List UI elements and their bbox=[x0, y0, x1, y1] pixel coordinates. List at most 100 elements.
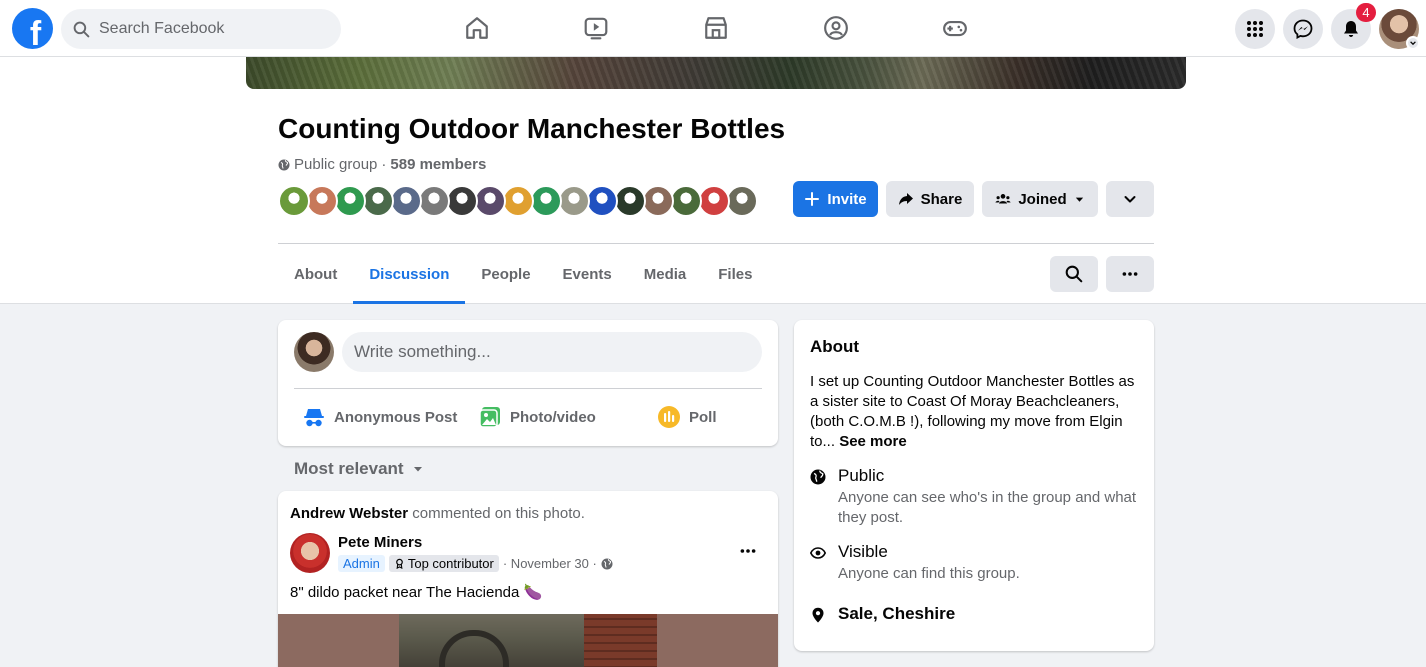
top-contributor-label: Top contributor bbox=[407, 556, 494, 571]
search-icon bbox=[1065, 265, 1083, 283]
poll-button[interactable]: Poll bbox=[657, 400, 717, 434]
member-avatar[interactable] bbox=[726, 185, 758, 217]
about-title: About bbox=[810, 337, 860, 356]
facebook-logo-letter: f bbox=[29, 15, 42, 49]
search-input[interactable] bbox=[99, 20, 319, 38]
member-avatar[interactable] bbox=[362, 185, 394, 217]
composer-divider bbox=[294, 388, 762, 389]
sort-dropdown[interactable]: Most relevant bbox=[294, 459, 424, 479]
photo-video-button[interactable]: Photo/video bbox=[478, 400, 596, 434]
poll-icon bbox=[658, 406, 680, 428]
see-more-link[interactable]: See more bbox=[839, 433, 907, 450]
member-avatar[interactable] bbox=[474, 185, 506, 217]
composer-avatar[interactable] bbox=[294, 332, 334, 372]
more-options-chevron-button[interactable] bbox=[1106, 181, 1154, 217]
more-dots-icon bbox=[1122, 272, 1138, 276]
globe-icon bbox=[278, 159, 290, 170]
member-avatar[interactable] bbox=[670, 185, 702, 217]
tab-media[interactable]: Media bbox=[628, 244, 703, 304]
groups-icon[interactable] bbox=[822, 14, 850, 42]
meta-separator: · bbox=[381, 156, 387, 173]
public-title: Public bbox=[838, 466, 885, 485]
post-options-button[interactable] bbox=[734, 537, 762, 565]
share-arrow-icon bbox=[898, 193, 913, 205]
member-avatar[interactable] bbox=[530, 185, 562, 217]
photo-video-icon bbox=[479, 407, 500, 428]
account-chevron-down-icon[interactable] bbox=[1406, 36, 1420, 50]
caret-down-icon bbox=[1075, 197, 1083, 202]
group-title[interactable]: Counting Outdoor Manchester Bottles bbox=[278, 113, 785, 145]
member-avatar[interactable] bbox=[390, 185, 422, 217]
post-date[interactable]: · November 30 · bbox=[503, 556, 597, 571]
more-dots-icon bbox=[740, 549, 756, 553]
about-card: About I set up Counting Outdoor Manchest… bbox=[794, 320, 1154, 651]
messenger-icon[interactable] bbox=[1283, 9, 1323, 49]
globe-icon bbox=[601, 558, 613, 569]
member-avatar[interactable] bbox=[642, 185, 674, 217]
tab-events[interactable]: Events bbox=[547, 244, 628, 304]
member-avatar[interactable] bbox=[698, 185, 730, 217]
bridge-arch bbox=[439, 630, 509, 667]
search-bar[interactable] bbox=[61, 9, 341, 49]
canal-photo bbox=[399, 614, 657, 667]
menu-grid-icon[interactable] bbox=[1235, 9, 1275, 49]
video-icon[interactable] bbox=[582, 14, 610, 42]
post-author-avatar[interactable] bbox=[290, 533, 330, 573]
chevron-down-icon bbox=[1124, 196, 1136, 203]
top-contributor-badge[interactable]: Top contributor bbox=[388, 555, 499, 572]
location-pin-icon bbox=[812, 607, 824, 623]
marketplace-icon[interactable] bbox=[702, 14, 730, 42]
photo-video-label: Photo/video bbox=[510, 408, 596, 426]
tab-discussion[interactable]: Discussion bbox=[353, 244, 466, 304]
gaming-icon[interactable] bbox=[941, 14, 969, 42]
privacy-public-row: Public Anyone can see who's in the group… bbox=[810, 466, 1138, 528]
member-count[interactable]: 589 members bbox=[390, 156, 486, 173]
member-avatar[interactable] bbox=[334, 185, 366, 217]
anonymous-incognito-icon bbox=[304, 409, 324, 427]
location-row: Sale, Cheshire bbox=[810, 604, 955, 624]
member-avatar[interactable] bbox=[502, 185, 534, 217]
tab-about[interactable]: About bbox=[278, 244, 353, 304]
cover-photo[interactable] bbox=[246, 57, 1186, 89]
member-avatar[interactable] bbox=[306, 185, 338, 217]
member-avatar[interactable] bbox=[278, 185, 310, 217]
member-avatar[interactable] bbox=[418, 185, 450, 217]
activity-text: commented on this photo. bbox=[412, 505, 585, 522]
joined-button[interactable]: Joined bbox=[982, 181, 1098, 217]
anonymous-post-button[interactable]: Anonymous Post bbox=[302, 400, 457, 434]
location-text[interactable]: Sale, Cheshire bbox=[838, 604, 955, 624]
group-tabs: About Discussion People Events Media Fil… bbox=[278, 244, 768, 304]
sort-label: Most relevant bbox=[294, 459, 404, 478]
admin-badge[interactable]: Admin bbox=[338, 555, 385, 572]
globe-icon bbox=[810, 469, 826, 485]
home-icon[interactable] bbox=[463, 14, 491, 42]
group-more-button[interactable] bbox=[1106, 256, 1154, 292]
member-avatar[interactable] bbox=[558, 185, 590, 217]
search-icon bbox=[73, 21, 90, 37]
joined-button-label: Joined bbox=[1018, 190, 1067, 208]
group-privacy: Public group bbox=[294, 156, 378, 173]
post-photo[interactable] bbox=[278, 614, 778, 667]
post-activity-line: Andrew Webster commented on this photo. bbox=[290, 505, 585, 522]
caret-down-icon bbox=[413, 467, 422, 472]
activity-actor[interactable]: Andrew Webster bbox=[290, 505, 408, 522]
contributor-badge-icon bbox=[396, 558, 403, 569]
tab-people[interactable]: People bbox=[465, 244, 546, 304]
member-avatar[interactable] bbox=[614, 185, 646, 217]
group-search-button[interactable] bbox=[1050, 256, 1098, 292]
tab-files[interactable]: Files bbox=[702, 244, 768, 304]
visible-title: Visible bbox=[838, 542, 888, 561]
notification-count-badge: 4 bbox=[1356, 3, 1376, 22]
facebook-logo-icon[interactable]: f bbox=[12, 8, 53, 49]
member-avatar[interactable] bbox=[586, 185, 618, 217]
share-button[interactable]: Share bbox=[886, 181, 974, 217]
post-author-name[interactable]: Pete Miners bbox=[338, 534, 422, 551]
public-description: Anyone can see who's in the group and wh… bbox=[838, 489, 1137, 526]
brick-wall bbox=[584, 614, 657, 667]
write-something-input[interactable] bbox=[342, 332, 762, 372]
invite-button[interactable]: Invite bbox=[793, 181, 878, 217]
visible-description: Anyone can find this group. bbox=[838, 565, 1020, 582]
visibility-row: Visible Anyone can find this group. bbox=[810, 542, 1138, 584]
member-avatars[interactable] bbox=[278, 185, 758, 217]
member-avatar[interactable] bbox=[446, 185, 478, 217]
